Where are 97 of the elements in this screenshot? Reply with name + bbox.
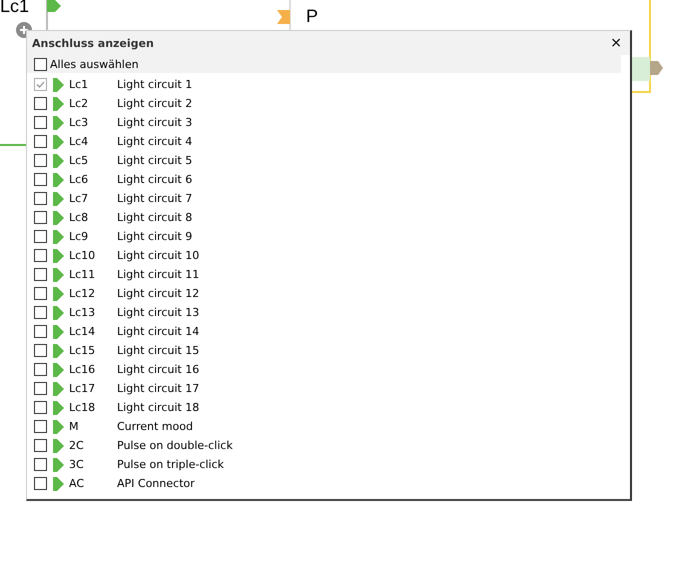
port-code: Lc5 bbox=[69, 154, 90, 167]
port-icon bbox=[47, 0, 62, 12]
port-name: Light circuit 4 bbox=[117, 135, 192, 148]
port-name: Light circuit 3 bbox=[117, 116, 192, 129]
port-icon bbox=[53, 172, 64, 186]
port-name: Light circuit 1 bbox=[117, 78, 192, 91]
port-name: Light circuit 8 bbox=[117, 211, 192, 224]
checkbox[interactable] bbox=[34, 439, 47, 452]
port-icon bbox=[53, 362, 64, 376]
port-name: Pulse on triple-click bbox=[117, 458, 224, 471]
port-name: API Connector bbox=[117, 477, 195, 490]
port-code: 2C bbox=[69, 439, 85, 452]
port-code: Lc3 bbox=[69, 116, 90, 129]
checkbox[interactable] bbox=[34, 192, 47, 205]
checkbox[interactable] bbox=[34, 268, 47, 281]
node-label: P bbox=[306, 6, 318, 26]
checkbox[interactable] bbox=[34, 344, 47, 357]
port-name: Light circuit 15 bbox=[117, 344, 200, 357]
port-code: Lc14 bbox=[69, 325, 96, 338]
port-icon bbox=[53, 400, 64, 414]
select-all-label: Alles auswählen bbox=[50, 58, 139, 70]
port-icon bbox=[53, 476, 64, 490]
port-name: Light circuit 12 bbox=[117, 287, 200, 300]
port-name: Light circuit 16 bbox=[117, 363, 200, 376]
port-icon bbox=[53, 96, 64, 110]
port-code: Lc9 bbox=[69, 230, 90, 243]
port-name: Light circuit 10 bbox=[117, 249, 200, 262]
port-name: Pulse on double-click bbox=[117, 439, 233, 452]
port-code: Lc7 bbox=[69, 192, 90, 205]
connector-line bbox=[0, 144, 27, 146]
port-icon bbox=[53, 134, 64, 148]
port-name: Light circuit 2 bbox=[117, 97, 192, 110]
input-port-icon bbox=[277, 10, 290, 24]
port-name: Light circuit 11 bbox=[117, 268, 200, 281]
port-code: Lc12 bbox=[69, 287, 96, 300]
port-code: Lc10 bbox=[69, 249, 96, 262]
port-icon bbox=[53, 154, 64, 168]
port-code: Lc2 bbox=[69, 97, 90, 110]
checkbox[interactable] bbox=[34, 97, 47, 110]
port-name: Light circuit 7 bbox=[117, 192, 192, 205]
port-icon bbox=[53, 344, 64, 358]
checkbox[interactable] bbox=[34, 306, 47, 319]
close-button[interactable]: × bbox=[608, 35, 624, 51]
port-name: Light circuit 17 bbox=[117, 382, 200, 395]
checkbox[interactable] bbox=[34, 477, 47, 490]
port-code: Lc4 bbox=[69, 135, 90, 148]
port-icon bbox=[53, 248, 64, 262]
checkbox[interactable] bbox=[34, 154, 47, 167]
port-name: Current mood bbox=[117, 420, 193, 433]
port-icon bbox=[53, 306, 64, 320]
checkbox[interactable] bbox=[34, 287, 47, 300]
port-icon bbox=[53, 230, 64, 244]
output-arrow-icon bbox=[650, 61, 663, 75]
checkbox[interactable] bbox=[34, 382, 47, 395]
checkbox[interactable] bbox=[34, 401, 47, 414]
checkbox[interactable] bbox=[34, 230, 47, 243]
checkbox[interactable] bbox=[34, 211, 47, 224]
port-name: Light circuit 18 bbox=[117, 401, 200, 414]
port-code: Lc16 bbox=[69, 363, 96, 376]
checkbox[interactable] bbox=[34, 325, 47, 338]
port-icon bbox=[53, 324, 64, 338]
checkbox[interactable] bbox=[34, 58, 47, 70]
port-name: Light circuit 9 bbox=[117, 230, 192, 243]
port-code: 3C bbox=[69, 458, 85, 471]
port-icon bbox=[53, 116, 64, 130]
port-code: Lc8 bbox=[69, 211, 90, 224]
port-name: Light circuit 5 bbox=[117, 154, 192, 167]
port-code: Lc17 bbox=[69, 382, 96, 395]
port-icon bbox=[53, 286, 64, 300]
checkbox[interactable] bbox=[34, 116, 47, 129]
port-code: Lc15 bbox=[69, 344, 96, 357]
dialog-title: Anschluss anzeigen bbox=[32, 36, 154, 50]
port-code: Lc13 bbox=[69, 306, 96, 319]
checkbox[interactable] bbox=[34, 363, 47, 376]
port-code: Lc6 bbox=[69, 173, 90, 186]
output-port bbox=[632, 57, 650, 81]
port-name: Light circuit 6 bbox=[117, 173, 192, 186]
checkbox[interactable] bbox=[34, 135, 47, 148]
port-code: M bbox=[69, 420, 80, 433]
checkbox[interactable] bbox=[34, 458, 47, 471]
port-icon bbox=[53, 420, 64, 434]
checkbox[interactable] bbox=[34, 420, 47, 433]
port-icon bbox=[53, 382, 64, 396]
port-code: Lc1 bbox=[69, 78, 90, 91]
port-icon bbox=[53, 458, 64, 472]
port-name: Light circuit 14 bbox=[117, 325, 200, 338]
port-icon bbox=[53, 78, 64, 92]
port-icon bbox=[53, 192, 64, 206]
port-code: AC bbox=[69, 477, 86, 490]
port-icon bbox=[53, 438, 64, 452]
checkbox[interactable] bbox=[34, 173, 47, 186]
port-icon bbox=[53, 268, 64, 282]
port-code: Lc18 bbox=[69, 401, 96, 414]
checkbox[interactable] bbox=[34, 249, 47, 262]
port-code: Lc11 bbox=[69, 268, 96, 281]
port-name: Light circuit 13 bbox=[117, 306, 200, 319]
port-icon bbox=[53, 210, 64, 224]
